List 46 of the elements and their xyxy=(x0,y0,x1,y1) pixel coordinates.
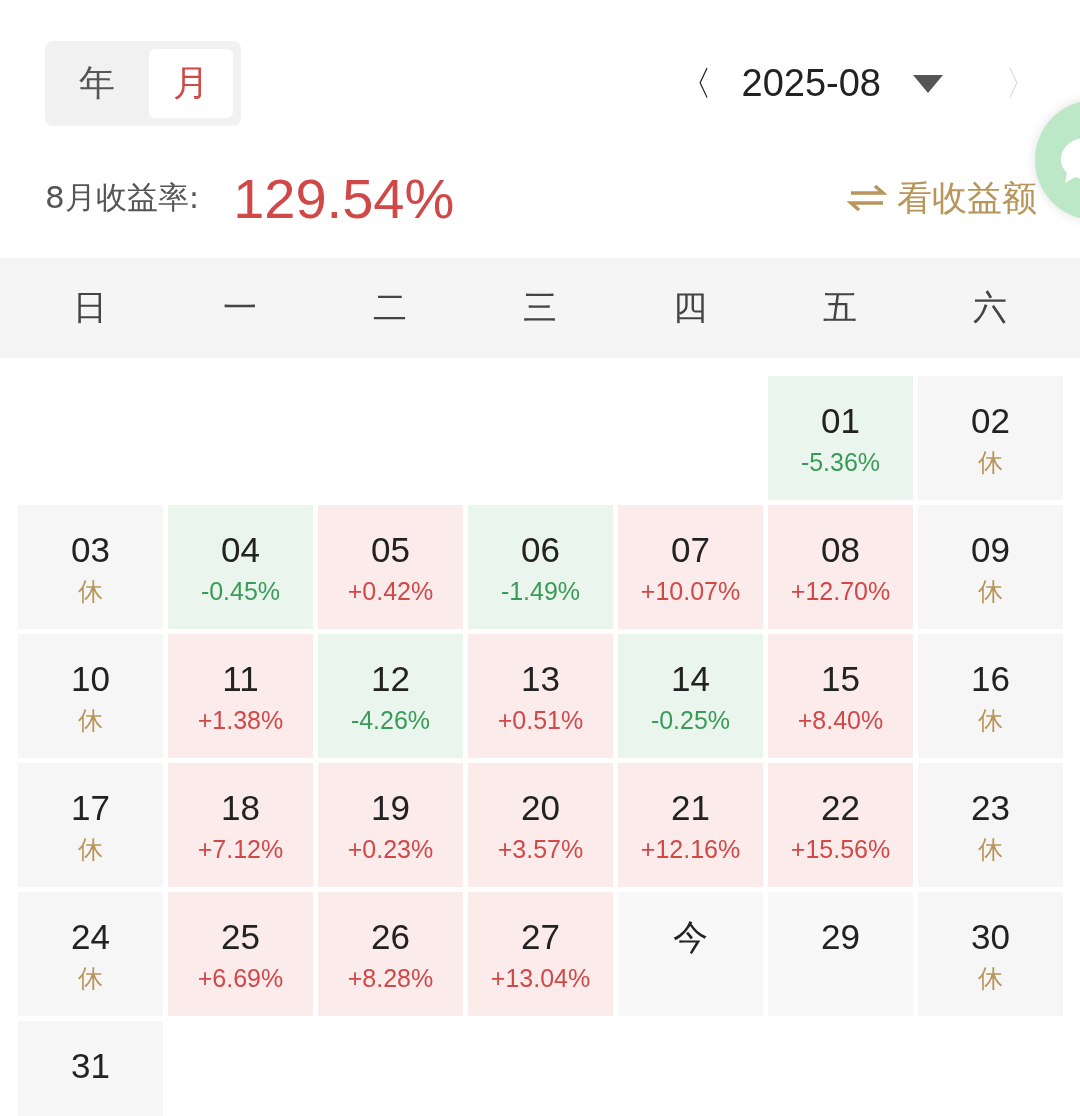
weekday-label: 一 xyxy=(222,286,258,329)
view-tab[interactable]: 年 xyxy=(55,49,139,118)
day-cell[interactable]: 23 休 xyxy=(918,763,1063,887)
day-cell[interactable]: 29 xyxy=(768,892,913,1016)
day-cell[interactable]: 31 xyxy=(18,1021,163,1116)
view-tab[interactable]: 月 xyxy=(149,49,233,118)
day-cell[interactable]: 今 xyxy=(618,892,763,1016)
day-cell[interactable]: 26 +8.28% xyxy=(318,892,463,1016)
return-rate-label: 8月收益率: xyxy=(45,178,200,217)
return-rate-value: 129.54% xyxy=(233,165,455,231)
day-cell[interactable]: 17 休 xyxy=(18,763,163,887)
weekday-label: 二 xyxy=(372,286,408,329)
day-cell[interactable]: 30 休 xyxy=(918,892,1063,1016)
day-cell[interactable]: 13 +0.51% xyxy=(468,634,613,758)
day-cell[interactable]: 09 休 xyxy=(918,505,1063,629)
previous-month-button[interactable]: 〈 xyxy=(671,60,718,107)
day-cell[interactable]: 04 -0.45% xyxy=(168,505,313,629)
day-cell[interactable]: 02 休 xyxy=(918,376,1063,500)
weekday-label: 四 xyxy=(672,286,708,329)
day-cell[interactable]: 27 +13.04% xyxy=(468,892,613,1016)
day-cell[interactable]: 20 +3.57% xyxy=(468,763,613,887)
day-cell[interactable]: 06 -1.49% xyxy=(468,505,613,629)
day-cell[interactable]: 01 -5.36% xyxy=(768,376,913,500)
weekday-label: 五 xyxy=(822,286,858,329)
day-cell[interactable]: 11 +1.38% xyxy=(168,634,313,758)
day-cell[interactable]: 14 -0.25% xyxy=(618,634,763,758)
day-cell[interactable]: 05 +0.42% xyxy=(318,505,463,629)
day-cell[interactable]: 21 +12.16% xyxy=(618,763,763,887)
dropdown-icon[interactable] xyxy=(913,74,943,93)
day-cell[interactable]: 19 +0.23% xyxy=(318,763,463,887)
swap-icon xyxy=(847,183,887,213)
day-cell[interactable]: 10 休 xyxy=(18,634,163,758)
day-cell[interactable]: 15 +8.40% xyxy=(768,634,913,758)
day-cell[interactable]: 22 +15.56% xyxy=(768,763,913,887)
month-label[interactable]: 2025-08 xyxy=(741,62,881,105)
day-cell[interactable]: 03 休 xyxy=(18,505,163,629)
day-cell[interactable]: 16 休 xyxy=(918,634,1063,758)
day-cell[interactable]: 12 -4.26% xyxy=(318,634,463,758)
day-cell[interactable]: 08 +12.70% xyxy=(768,505,913,629)
weekday-label: 六 xyxy=(972,286,1008,329)
day-cell[interactable]: 24 休 xyxy=(18,892,163,1016)
day-cell[interactable]: 25 +6.69% xyxy=(168,892,313,1016)
weekday-label: 三 xyxy=(522,286,558,329)
weekday-label: 日 xyxy=(72,286,108,329)
day-cell[interactable]: 07 +10.07% xyxy=(618,505,763,629)
day-cell[interactable]: 18 +7.12% xyxy=(168,763,313,887)
